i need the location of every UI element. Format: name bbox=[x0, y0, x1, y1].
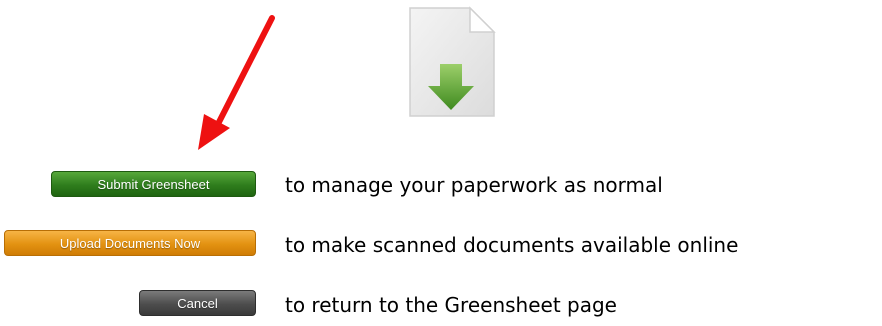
upload-description: to make scanned documents available onli… bbox=[285, 233, 739, 257]
download-document-icon bbox=[409, 6, 496, 117]
cancel-description: to return to the Greensheet page bbox=[285, 293, 617, 317]
cancel-button[interactable]: Cancel bbox=[139, 290, 256, 316]
submit-description: to manage your paperwork as normal bbox=[285, 173, 663, 197]
red-annotation-arrow-icon bbox=[198, 15, 275, 150]
upload-documents-now-button[interactable]: Upload Documents Now bbox=[4, 230, 256, 256]
submit-greensheet-button[interactable]: Submit Greensheet bbox=[51, 171, 256, 197]
